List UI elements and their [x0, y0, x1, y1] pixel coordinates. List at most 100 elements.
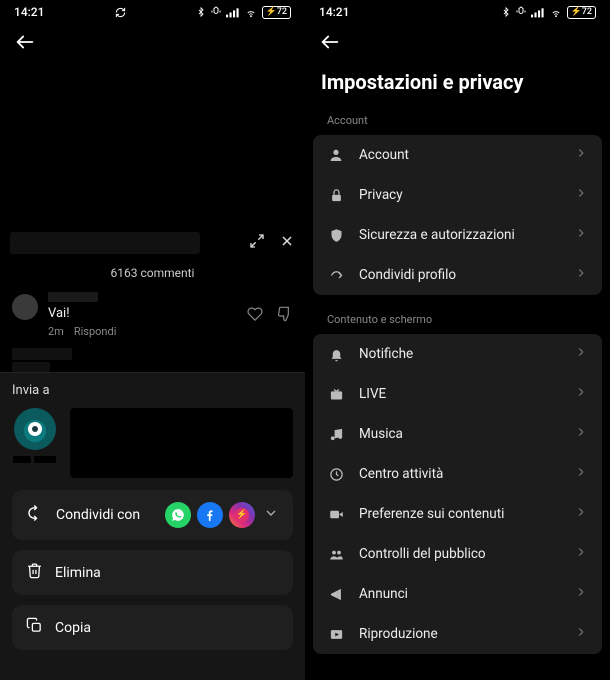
- share-friend[interactable]: [12, 408, 58, 478]
- chevron-right-icon: [574, 545, 588, 563]
- person-icon: [327, 146, 345, 164]
- chevron-right-icon: [574, 186, 588, 204]
- share-icon: [327, 266, 345, 284]
- row-label: Preferenze sui contenuti: [359, 506, 560, 522]
- page-title: Impostazioni e privacy: [305, 62, 610, 108]
- comment-item[interactable]: Vai! 2m Rispondi: [0, 286, 305, 344]
- messenger-icon[interactable]: ⚡: [229, 502, 255, 528]
- row-label: Riproduzione: [359, 626, 560, 642]
- friend-avatar: [14, 408, 56, 450]
- video-area[interactable]: [0, 62, 305, 228]
- row-account[interactable]: Account: [313, 135, 602, 175]
- bluetooth-icon: [196, 6, 206, 18]
- chevron-right-icon: [574, 585, 588, 603]
- friend-name-redacted: [13, 456, 57, 463]
- row-activity[interactable]: Centro attività: [313, 454, 602, 494]
- share-with-label: Condividi con: [56, 507, 153, 523]
- battery-indicator: ⚡72: [567, 6, 596, 19]
- status-time: 14:21: [14, 5, 44, 19]
- share-arrow-icon: [26, 504, 44, 526]
- friends-redacted: [70, 408, 293, 478]
- like-icon[interactable]: [247, 306, 263, 326]
- reply-redacted-2: [12, 362, 50, 372]
- row-ads[interactable]: Annunci: [313, 574, 602, 614]
- live-icon: [327, 385, 345, 403]
- row-share-profile[interactable]: Condividi profilo: [313, 255, 602, 295]
- row-playback[interactable]: Riproduzione: [313, 614, 602, 654]
- nav-bar-right: [305, 22, 610, 62]
- megaphone-icon: [327, 585, 345, 603]
- comment-title-redacted: [10, 232, 200, 254]
- card-account: Account Privacy Sicurezza e autorizzazio…: [313, 135, 602, 295]
- row-notifications[interactable]: Notifiche: [313, 334, 602, 374]
- row-label: Condividi profilo: [359, 267, 560, 283]
- chevron-right-icon: [574, 425, 588, 443]
- comment-time: 2m: [48, 325, 64, 338]
- video-icon: [327, 505, 345, 523]
- section-header-content: Contenuto e schermo: [305, 307, 610, 334]
- comments-count: 6163 commenti: [0, 258, 305, 286]
- bell-icon: [327, 345, 345, 363]
- row-label: Account: [359, 147, 560, 163]
- close-icon[interactable]: [279, 233, 295, 253]
- reply-redacted: [12, 348, 72, 360]
- music-icon: [327, 425, 345, 443]
- chevron-right-icon: [574, 505, 588, 523]
- wifi-icon: [244, 7, 258, 18]
- people-icon: [327, 545, 345, 563]
- screen-settings: 14:21 ⚡72 Impostazioni e privacy Account…: [305, 0, 610, 680]
- row-content-prefs[interactable]: Preferenze sui contenuti: [313, 494, 602, 534]
- back-button[interactable]: [315, 27, 345, 57]
- row-label: Privacy: [359, 187, 560, 203]
- row-music[interactable]: Musica: [313, 414, 602, 454]
- nav-bar-left: [0, 22, 305, 62]
- chevron-down-icon[interactable]: [263, 505, 279, 525]
- reply-button[interactable]: Rispondi: [74, 325, 117, 338]
- row-label: Controlli del pubblico: [359, 546, 560, 562]
- comment-panel-header: [0, 228, 305, 258]
- row-security[interactable]: Sicurezza e autorizzazioni: [313, 215, 602, 255]
- wifi-icon: [549, 7, 563, 18]
- status-bar: 14:21 ⚡72: [0, 0, 305, 22]
- row-label: LIVE: [359, 386, 560, 402]
- vibrate-icon: [210, 6, 222, 18]
- trash-icon: [26, 562, 43, 583]
- comment-username-redacted: [48, 292, 98, 302]
- row-label: Notifiche: [359, 346, 560, 362]
- chevron-right-icon: [574, 146, 588, 164]
- status-time: 14:21: [319, 5, 349, 19]
- dislike-icon[interactable]: [277, 306, 293, 326]
- delete-label: Elimina: [55, 565, 279, 581]
- row-privacy[interactable]: Privacy: [313, 175, 602, 215]
- row-live[interactable]: LIVE: [313, 374, 602, 414]
- play-icon: [327, 625, 345, 643]
- chevron-right-icon: [574, 385, 588, 403]
- clock-icon: [327, 465, 345, 483]
- chevron-right-icon: [574, 266, 588, 284]
- whatsapp-icon[interactable]: [165, 502, 191, 528]
- row-label: Musica: [359, 426, 560, 442]
- send-to-label: Invia a: [12, 383, 293, 398]
- copy-row[interactable]: Copia: [12, 605, 293, 650]
- share-sheet: Invia a Condividi con: [0, 372, 305, 680]
- screen-share-sheet: 14:21 ⚡72: [0, 0, 305, 680]
- shield-icon: [327, 226, 345, 244]
- share-with-row[interactable]: Condividi con ⚡: [12, 490, 293, 540]
- chevron-right-icon: [574, 226, 588, 244]
- back-button[interactable]: [10, 27, 40, 57]
- facebook-icon[interactable]: [197, 502, 223, 528]
- row-audience[interactable]: Controlli del pubblico: [313, 534, 602, 574]
- expand-icon[interactable]: [249, 233, 265, 253]
- row-label: Annunci: [359, 586, 560, 602]
- battery-indicator: ⚡72: [262, 6, 291, 19]
- delete-row[interactable]: Elimina: [12, 550, 293, 595]
- bluetooth-icon: [501, 6, 511, 18]
- lock-icon: [327, 186, 345, 204]
- avatar[interactable]: [12, 294, 38, 320]
- row-label: Centro attività: [359, 466, 560, 482]
- copy-icon: [26, 617, 43, 638]
- vibrate-icon: [515, 6, 527, 18]
- row-label: Sicurezza e autorizzazioni: [359, 227, 560, 243]
- chevron-right-icon: [574, 465, 588, 483]
- status-bar: 14:21 ⚡72: [305, 0, 610, 22]
